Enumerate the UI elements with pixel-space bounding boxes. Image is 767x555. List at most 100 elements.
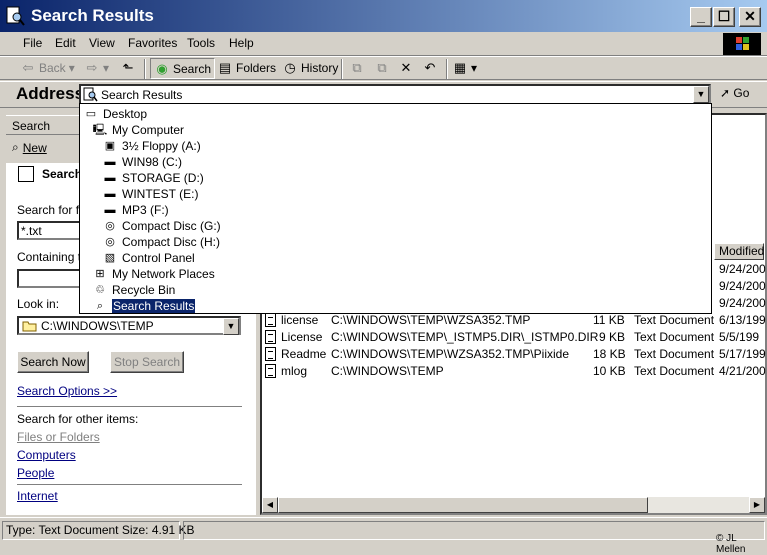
back-button[interactable]: ⇦ Back ▾ bbox=[20, 60, 75, 76]
desktop-icon: ▭ bbox=[85, 108, 97, 120]
search-doc-icon bbox=[18, 166, 34, 182]
history-button[interactable]: ◷ History bbox=[282, 60, 338, 76]
forward-button[interactable]: ⇨ ▾ bbox=[84, 60, 109, 76]
dropdown-item[interactable]: ▬ WIN98 (C:) bbox=[102, 154, 183, 170]
dropdown-item[interactable]: ⌕ Search Results bbox=[92, 298, 196, 314]
go-arrow-icon: ➚ bbox=[720, 86, 731, 100]
dropdown-item-label: My Network Places bbox=[112, 267, 215, 281]
menu-help[interactable]: Help bbox=[229, 36, 254, 50]
chevron-down-icon: ▾ bbox=[68, 61, 75, 75]
status-text: Type: Text Document Size: 4.91 KB bbox=[2, 521, 195, 540]
look-in-select[interactable]: C:\WINDOWS\TEMP ▼ bbox=[17, 316, 241, 335]
scroll-left-button[interactable]: ◀ bbox=[262, 497, 278, 513]
dropdown-item-label: WINTEST (E:) bbox=[122, 187, 199, 201]
copy-to-button[interactable]: ⧉ bbox=[374, 60, 390, 76]
chevron-down-icon: ▾ bbox=[471, 61, 478, 75]
title-bar[interactable]: Search Results _ ☐ ✕ bbox=[0, 0, 767, 32]
dropdown-item[interactable]: ◎ Compact Disc (G:) bbox=[102, 218, 221, 234]
chevron-right-icon: ▶ bbox=[753, 500, 761, 509]
dropdown-item[interactable]: 🖳 My Computer bbox=[92, 122, 184, 138]
search-results-icon: ⌕ bbox=[96, 300, 104, 312]
containing-text-label: Containing te bbox=[17, 250, 88, 264]
dropdown-item-label: Desktop bbox=[103, 107, 148, 121]
maximize-button[interactable]: ☐ bbox=[713, 7, 735, 27]
go-button[interactable]: ➚ Go bbox=[720, 86, 749, 100]
search-button[interactable]: ◉ Search bbox=[150, 58, 216, 79]
search-section-title: Search bbox=[42, 167, 83, 181]
text-document-icon bbox=[265, 347, 276, 361]
move-to-button[interactable]: ⧉ bbox=[349, 60, 365, 76]
search-now-button[interactable]: Search Now bbox=[17, 351, 89, 373]
dropdown-item[interactable]: ▣ 3½ Floppy (A:) bbox=[102, 138, 201, 154]
dropdown-item[interactable]: ▬ STORAGE (D:) bbox=[102, 170, 204, 186]
dropdown-item-label: Recycle Bin bbox=[112, 283, 176, 297]
dropdown-item-label: Search Results bbox=[112, 299, 196, 313]
up-button[interactable]: ⬑ bbox=[120, 60, 136, 76]
delete-button[interactable]: ✕ bbox=[398, 60, 414, 76]
scroll-right-button[interactable]: ▶ bbox=[749, 497, 765, 513]
dropdown-item[interactable]: ▭ Desktop bbox=[83, 106, 147, 122]
address-label: Address bbox=[16, 84, 85, 103]
address-dropdown-button[interactable]: ▼ bbox=[693, 86, 709, 103]
dropdown-item-label: STORAGE (D:) bbox=[122, 171, 204, 185]
menu-favorites[interactable]: Favorites bbox=[128, 36, 177, 50]
menu-tools[interactable]: Tools bbox=[187, 36, 215, 50]
up-folder-icon: ⬑ bbox=[122, 60, 134, 75]
minimize-button[interactable]: _ bbox=[690, 7, 712, 27]
chevron-down-icon: ▼ bbox=[226, 321, 236, 331]
dropdown-item[interactable]: ▬ MP3 (F:) bbox=[102, 202, 169, 218]
control-panel-icon: ▧ bbox=[104, 252, 116, 264]
window-title: Search Results bbox=[31, 6, 154, 25]
scroll-thumb[interactable] bbox=[278, 497, 648, 513]
dropdown-item-label: 3½ Floppy (A:) bbox=[122, 139, 201, 153]
divider bbox=[17, 484, 242, 485]
dropdown-item-label: MP3 (F:) bbox=[122, 203, 169, 217]
divider bbox=[17, 406, 242, 407]
views-button[interactable]: ▦ ▾ bbox=[452, 60, 477, 76]
menu-edit[interactable]: Edit bbox=[55, 36, 76, 50]
search-options-link[interactable]: Search Options >> bbox=[17, 384, 117, 398]
toolbar-divider bbox=[144, 59, 146, 79]
address-combobox[interactable]: Search Results ▼ bbox=[79, 84, 711, 105]
dropdown-item[interactable]: ⊞ My Network Places bbox=[92, 266, 215, 282]
column-header-modified[interactable]: Modified bbox=[714, 243, 764, 260]
look-in-dropdown-button[interactable]: ▼ bbox=[223, 318, 239, 335]
new-search-button[interactable]: ⌕ New bbox=[12, 140, 47, 155]
computers-link[interactable]: Computers bbox=[17, 448, 76, 462]
table-row[interactable]: License C:\WINDOWS\TEMP\_ISTMP5.DIR\_IST… bbox=[262, 329, 765, 346]
menu-view[interactable]: View bbox=[89, 36, 115, 50]
stop-search-button[interactable]: Stop Search bbox=[110, 351, 184, 373]
dropdown-item-label: Control Panel bbox=[122, 251, 195, 265]
chevron-left-icon: ◀ bbox=[266, 500, 274, 509]
folders-button[interactable]: ▤ Folders bbox=[217, 60, 276, 76]
chevron-down-icon: ▾ bbox=[103, 61, 110, 75]
delete-x-icon: ✕ bbox=[400, 60, 412, 75]
back-arrow-icon: ⇦ bbox=[22, 60, 34, 75]
other-items-label: Search for other items: bbox=[17, 412, 139, 426]
search-results-icon bbox=[83, 87, 98, 102]
people-link[interactable]: People bbox=[17, 466, 54, 480]
table-row[interactable]: mlog C:\WINDOWS\TEMP 10 KB Text Document… bbox=[262, 363, 766, 380]
chevron-down-icon: ▼ bbox=[696, 89, 706, 99]
table-row[interactable]: license C:\WINDOWS\TEMP\WZSA352.TMP 11 K… bbox=[262, 312, 766, 329]
dropdown-item[interactable]: ♲ Recycle Bin bbox=[92, 282, 175, 298]
cd-icon: ◎ bbox=[105, 236, 115, 248]
dropdown-item[interactable]: ▬ WINTEST (E:) bbox=[102, 186, 199, 202]
table-row[interactable]: Readme C:\WINDOWS\TEMP\WZSA352.TMP\Piixi… bbox=[262, 346, 766, 363]
move-to-icon: ⧉ bbox=[352, 60, 362, 75]
close-button[interactable]: ✕ bbox=[739, 7, 761, 27]
internet-link[interactable]: Internet bbox=[17, 489, 58, 503]
drive-icon: ▬ bbox=[104, 188, 116, 200]
search-globe-icon: ◉ bbox=[156, 60, 168, 76]
toolbar-divider bbox=[446, 59, 448, 79]
menu-file[interactable]: File bbox=[23, 36, 42, 50]
credit-text: © JL Mellen bbox=[716, 533, 746, 555]
dropdown-item-label: WIN98 (C:) bbox=[122, 155, 182, 169]
dropdown-item[interactable]: ▧ Control Panel bbox=[102, 250, 195, 266]
undo-button[interactable]: ↶ bbox=[422, 60, 438, 76]
files-or-folders-link[interactable]: Files or Folders bbox=[17, 430, 100, 444]
horizontal-scrollbar[interactable]: ◀ ▶ bbox=[262, 497, 765, 513]
folder-icon bbox=[22, 321, 37, 332]
dropdown-item[interactable]: ◎ Compact Disc (H:) bbox=[102, 234, 220, 250]
address-dropdown-list[interactable]: ▭ Desktop 🖳 My Computer ▣ 3½ Floppy (A:) ▬ WIN9… bbox=[79, 103, 712, 314]
